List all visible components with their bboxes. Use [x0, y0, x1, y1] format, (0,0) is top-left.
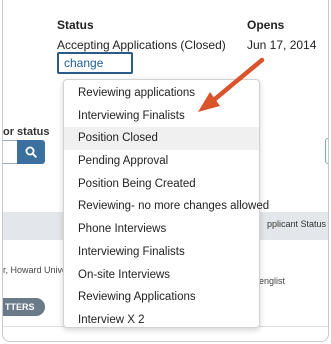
dropdown-option[interactable]: Interviewing Finalists: [64, 241, 259, 264]
status-filter-label: or status: [3, 126, 50, 138]
dropdown-option[interactable]: Phone Interviews: [64, 218, 259, 241]
applicant-status-cell: englist: [259, 276, 286, 286]
action-button-edge[interactable]: [325, 138, 328, 164]
applicant-school-cell: r, Howard Unive: [3, 265, 68, 275]
letters-button[interactable]: TTERS: [3, 298, 45, 316]
change-status-button[interactable]: change: [57, 52, 133, 74]
applicant-status-header: pplicant Status: [266, 219, 326, 229]
dropdown-option[interactable]: Reviewing applications: [64, 82, 259, 105]
status-dropdown-menu: Reviewing applications Interviewing Final…: [63, 79, 269, 328]
search-button[interactable]: [17, 140, 45, 164]
dropdown-option[interactable]: Interview X 2: [64, 309, 259, 332]
search-icon: [25, 146, 37, 158]
dropdown-option[interactable]: Pending Approval: [64, 150, 259, 173]
opens-label: Opens: [247, 18, 285, 32]
dropdown-option[interactable]: On-site Interviews: [64, 264, 259, 287]
dropdown-option[interactable]: Interviewing Finalists: [64, 105, 259, 128]
status-label: Status: [57, 18, 94, 32]
status-search-input[interactable]: [3, 140, 17, 164]
opens-date: Jun 17, 2014: [247, 38, 317, 52]
dropdown-option[interactable]: Position Closed: [64, 127, 259, 151]
dropdown-option[interactable]: Reviewing- no more changes allowed: [64, 195, 269, 218]
dropdown-option[interactable]: Reviewing Applications: [64, 286, 259, 309]
status-value: Accepting Applications (Closed): [57, 38, 226, 52]
dropdown-option[interactable]: Position Being Created: [64, 173, 259, 196]
